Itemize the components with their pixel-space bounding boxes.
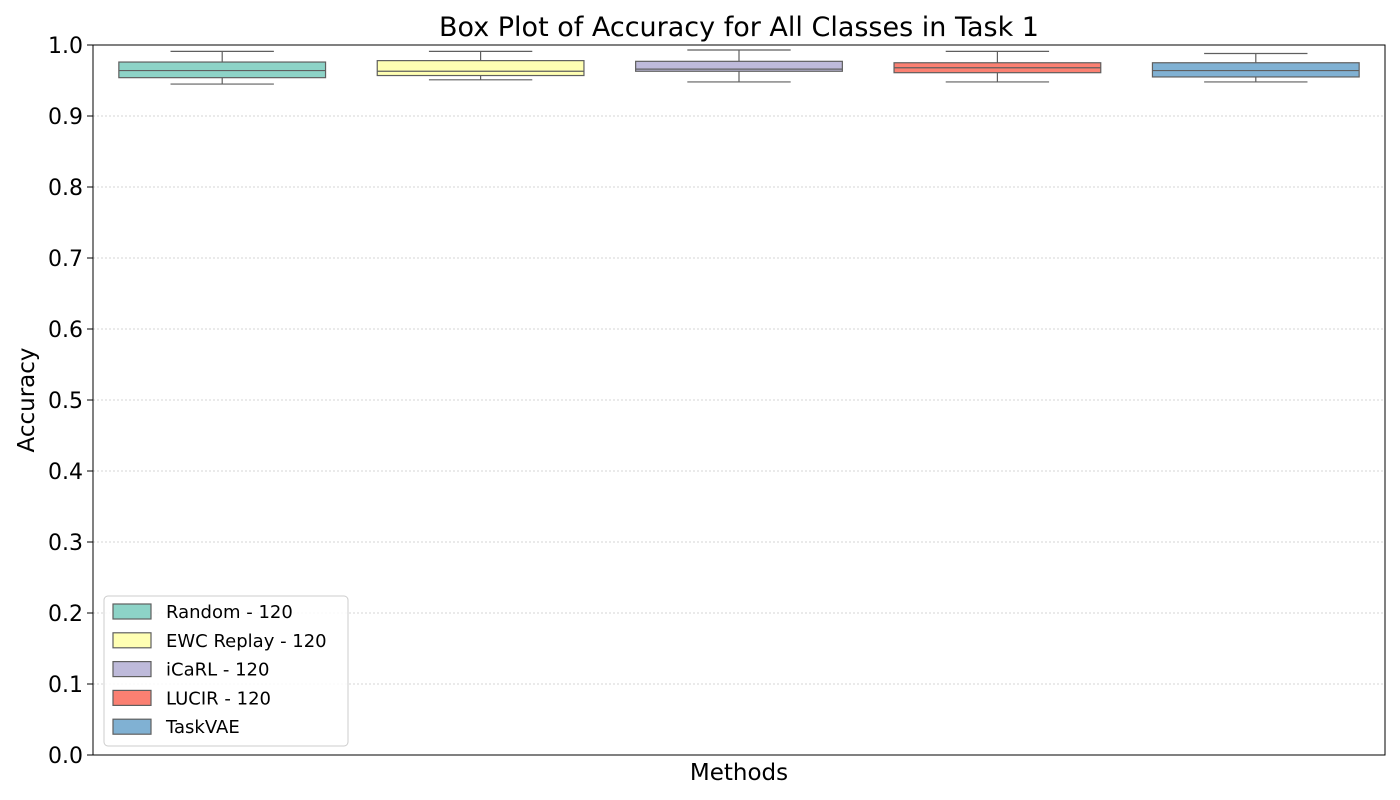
box-group xyxy=(1151,52,1360,83)
chart-title: Box Plot of Accuracy for All Classes in … xyxy=(439,12,1039,43)
y-axis-ticks: 0.0 0.1 0.2 0.3 0.4 0.5 0.6 0.7 0.8 0.9 1.0 xyxy=(48,34,93,769)
box-layer xyxy=(118,49,1360,85)
y-tick-label: 0.9 xyxy=(48,105,83,130)
y-axis-label: Accuracy xyxy=(14,347,40,452)
y-tick-label: 1.0 xyxy=(48,34,83,59)
legend-label: EWC Replay - 120 xyxy=(166,631,327,652)
legend-label: LUCIR - 120 xyxy=(166,688,271,709)
y-tick-label: 0.7 xyxy=(48,247,83,272)
legend-swatch xyxy=(112,660,152,678)
y-tick-label: 0.8 xyxy=(48,176,83,201)
legend-label: TaskVAE xyxy=(165,717,240,738)
box xyxy=(376,60,585,77)
x-axis-label: Methods xyxy=(690,760,788,786)
legend-label: iCaRL - 120 xyxy=(166,660,269,681)
legend: Random - 120 EWC Replay - 120 iCaRL - 120 L… xyxy=(103,595,349,747)
y-tick-label: 0.5 xyxy=(48,389,83,414)
legend-swatch xyxy=(112,689,152,707)
box-group xyxy=(376,50,585,81)
y-tick-label: 0.0 xyxy=(48,744,83,769)
box-plot-chart: 0.0 0.1 0.2 0.3 0.4 0.5 0.6 0.7 0.8 0.9 1.0 Box Pl… xyxy=(14,12,1386,786)
box xyxy=(1151,62,1360,78)
legend-label: Random - 120 xyxy=(166,602,293,623)
legend-swatch xyxy=(112,603,152,620)
y-tick-label: 0.3 xyxy=(48,531,83,556)
y-tick-label: 0.4 xyxy=(48,460,83,485)
y-tick-label: 0.1 xyxy=(48,673,83,698)
y-tick-label: 0.2 xyxy=(48,602,83,627)
box-group xyxy=(635,49,843,83)
legend-swatch xyxy=(112,718,152,735)
box xyxy=(635,60,843,72)
box-group xyxy=(893,50,1102,83)
box xyxy=(118,61,327,79)
y-tick-label: 0.6 xyxy=(48,318,83,343)
chart-figure: 0.0 0.1 0.2 0.3 0.4 0.5 0.6 0.7 0.8 0.9 1.0 Box Pl… xyxy=(0,0,1400,800)
legend-swatch xyxy=(112,632,152,649)
box-group xyxy=(118,50,327,85)
